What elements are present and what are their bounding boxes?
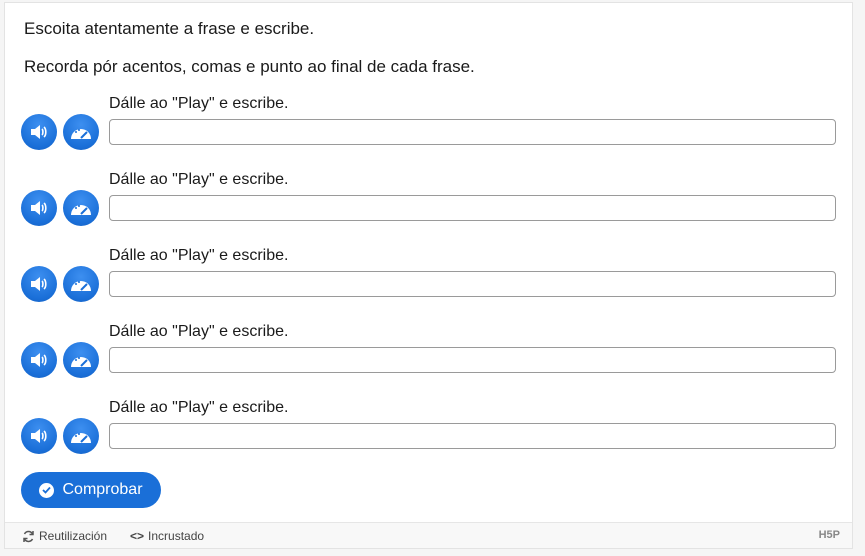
play-audio-button[interactable] (21, 342, 57, 378)
answer-input[interactable] (109, 195, 836, 221)
play-audio-button[interactable] (21, 418, 57, 454)
embed-label: Incrustado (148, 529, 205, 543)
play-slow-button[interactable] (63, 342, 99, 378)
play-audio-button[interactable] (21, 266, 57, 302)
slow-speed-icon (71, 357, 91, 367)
item-prompt: Dálle ao "Play" e escribe. (109, 171, 289, 188)
answer-input[interactable] (109, 347, 836, 373)
reuse-label: Reutilización (39, 529, 108, 543)
play-audio-button[interactable] (21, 190, 57, 226)
reuse-link[interactable]: Reutilización (22, 529, 107, 543)
h5p-content-frame: Escoita atentamente a frase e escribe. R… (4, 2, 853, 549)
embed-link[interactable]: <> Incrustado (130, 529, 204, 543)
play-audio-button[interactable] (21, 114, 57, 150)
check-circle-icon (39, 482, 55, 498)
dictation-item: Dálle ao "Play" e escribe. (5, 171, 854, 241)
item-prompt: Dálle ao "Play" e escribe. (109, 399, 289, 416)
h5p-footer: Reutilización <> Incrustado H5P (5, 522, 852, 548)
speaker-icon (31, 429, 47, 443)
play-slow-button[interactable] (63, 190, 99, 226)
item-prompt: Dálle ao "Play" e escribe. (109, 323, 289, 340)
instruction-line-1: Escoita atentamente a frase e escribe. (24, 19, 315, 38)
dictation-item: Dálle ao "Play" e escribe. (5, 247, 854, 317)
answer-input[interactable] (109, 423, 836, 449)
check-button[interactable]: Comprobar (21, 472, 161, 508)
play-slow-button[interactable] (63, 114, 99, 150)
dictation-item: Dálle ao "Play" e escribe. (5, 399, 854, 469)
item-prompt: Dálle ao "Play" e escribe. (109, 95, 289, 112)
slow-speed-icon (71, 281, 91, 291)
item-prompt: Dálle ao "Play" e escribe. (109, 247, 289, 264)
reuse-icon (23, 530, 34, 542)
play-slow-button[interactable] (63, 418, 99, 454)
dictation-item: Dálle ao "Play" e escribe. (5, 323, 854, 393)
slow-speed-icon (71, 205, 91, 215)
answer-input[interactable] (109, 271, 836, 297)
slow-speed-icon (71, 129, 91, 139)
slow-speed-icon (71, 433, 91, 443)
speaker-icon (31, 125, 47, 139)
speaker-icon (31, 277, 47, 291)
dictation-item: Dálle ao "Play" e escribe. (5, 95, 854, 165)
check-button-label: Comprobar (62, 481, 143, 498)
speaker-icon (31, 353, 47, 367)
play-slow-button[interactable] (63, 266, 99, 302)
answer-input[interactable] (109, 119, 836, 145)
speaker-icon (31, 201, 47, 215)
instruction-line-2: Recorda pór acentos, comas e punto ao fi… (24, 57, 475, 76)
embed-icon: <> (130, 529, 145, 543)
h5p-logo[interactable]: H5P (819, 529, 840, 541)
